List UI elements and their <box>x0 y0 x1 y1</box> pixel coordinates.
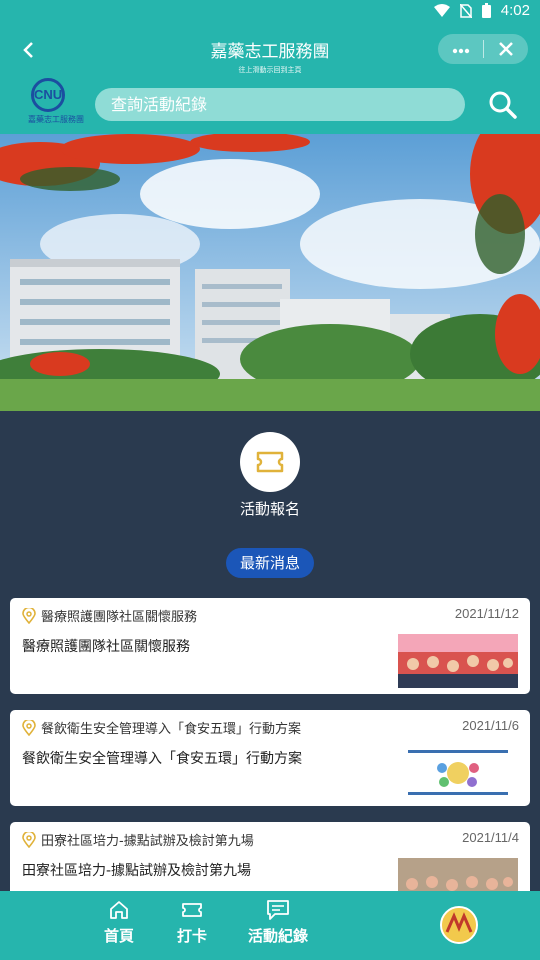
location-pin-icon <box>22 607 36 624</box>
news-card-header: 餐飲衛生安全管理導入「食安五環」行動方案 <box>22 718 301 737</box>
org-logo: CNU 嘉藥志工服務團 <box>28 78 84 126</box>
tab-activity-records-label: 活動紀錄 <box>248 927 309 945</box>
avatar-image <box>442 908 476 942</box>
ticket-icon <box>182 903 202 917</box>
search-button[interactable] <box>488 90 518 120</box>
search-icon <box>489 91 517 119</box>
more-button[interactable] <box>438 34 483 64</box>
status-bar: 4:02 <box>0 0 540 24</box>
news-title: 田寮社區培力-據點試辦及檢討第九場 <box>41 834 254 849</box>
activity-register-label: 活動報名 <box>239 500 300 518</box>
tab-home[interactable]: 首頁 <box>104 899 134 946</box>
campus-banner-image <box>0 134 540 411</box>
latest-news-badge: 最新消息 <box>226 548 314 578</box>
page-subtitle: 往上滑動示回到主頁 <box>238 66 302 74</box>
mini-program-capsule <box>438 34 528 64</box>
message-icon <box>267 900 289 920</box>
tab-checkin-label: 打卡 <box>177 927 208 945</box>
bottom-tab-bar: 首頁 打卡 活動紀錄 <box>0 891 540 960</box>
location-pin-icon <box>22 719 36 736</box>
news-card-header: 田寮社區培力-據點試辦及檢討第九場 <box>22 830 254 849</box>
logo-name: 嘉藥志工服務團 <box>28 115 84 124</box>
news-description: 醫療照護團隊社區關懷服務 <box>22 639 190 655</box>
home-icon <box>110 901 128 919</box>
news-date: 2021/11/4 <box>462 830 519 845</box>
tab-home-label: 首頁 <box>104 927 135 945</box>
tab-activity-records[interactable]: 活動紀錄 <box>248 899 308 946</box>
news-description: 田寮社區培力-據點試辦及檢討第九場 <box>22 863 252 879</box>
news-description: 餐飲衛生安全管理導入「食安五環」行動方案 <box>22 751 302 767</box>
news-card[interactable]: 田寮社區培力-據點試辦及檢討第九場 2021/11/4 田寮社區培力-據點試辦及… <box>10 822 530 902</box>
battery-icon <box>481 3 491 18</box>
no-sim-icon <box>459 3 472 18</box>
clock: 4:02 <box>500 2 530 19</box>
tab-checkin[interactable]: 打卡 <box>177 899 207 946</box>
wifi-icon <box>433 3 450 17</box>
news-card[interactable]: 餐飲衛生安全管理導入「食安五環」行動方案 2021/11/6 餐飲衛生安全管理導… <box>10 710 530 806</box>
search-input[interactable]: 查詢活動紀錄 <box>95 88 465 121</box>
news-thumbnail-image <box>398 634 518 688</box>
news-date: 2021/11/12 <box>454 606 519 621</box>
location-pin-icon <box>22 831 36 848</box>
app-header: 嘉藥志工服務團 往上滑動示回到主頁 CNU 嘉藥志工服務團 查詢活動紀錄 <box>0 24 540 134</box>
close-icon <box>499 41 513 56</box>
news-date: 2021/11/6 <box>462 718 519 733</box>
ticket-icon <box>256 451 284 473</box>
news-title: 醫療照護團隊社區關懷服務 <box>41 610 198 625</box>
news-card-header: 醫療照護團隊社區關懷服務 <box>22 606 197 625</box>
news-title: 餐飲衛生安全管理導入「食安五環」行動方案 <box>41 722 302 737</box>
news-card[interactable]: 醫療照護團隊社區關懷服務 2021/11/12 醫療照護團隊社區關懷服務 <box>10 598 530 694</box>
close-button[interactable] <box>484 34 528 65</box>
more-dots-icon <box>452 48 469 54</box>
logo-mark: CNU <box>31 78 65 112</box>
news-thumbnail-image <box>398 746 518 800</box>
activity-register-button[interactable] <box>240 432 300 492</box>
avatar[interactable] <box>440 906 478 944</box>
